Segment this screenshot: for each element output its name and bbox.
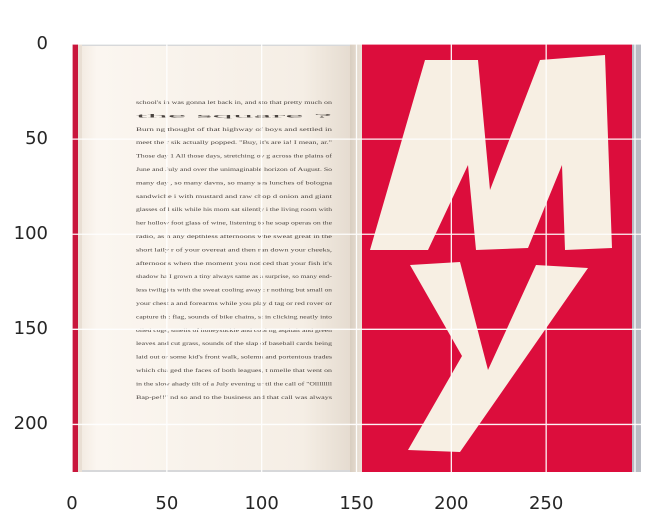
x-tick-label: 250 xyxy=(528,493,564,514)
left-page-text-line: glasses of l silk while his mom sat sile… xyxy=(136,206,333,213)
left-page-text-line: which cha ged the faces of both leagues,… xyxy=(136,367,333,374)
left-page-text-line: many day , so many davns, so many ses lu… xyxy=(136,179,333,186)
left-page-text-line: shadow ha I grown a tiny always same as … xyxy=(136,274,332,280)
left-page-text-line: school's in was gonna let back in, and s… xyxy=(136,100,333,106)
left-page-text-line: leaves and cut grass, sounds of the slap… xyxy=(136,340,333,347)
left-page-text-line: short laily r of your overeat and then r… xyxy=(136,246,332,253)
y-tick-label: 150 xyxy=(13,318,48,340)
left-page-text-line: your chest a and forearms while you play… xyxy=(136,300,332,307)
left-page-text-line: less twilig) ts with the sweat cooling a… xyxy=(136,287,333,294)
left-page-text-line: Bap-pe!!" nd so and to the business and … xyxy=(136,395,332,401)
left-page-text-line: afternoons when the moment you noticed t… xyxy=(136,260,332,267)
plot-figure: school's in was gonna let back in, and s… xyxy=(71,43,641,472)
cover-page xyxy=(362,44,641,472)
left-page-text-line: oiled cogs, smells of honeysuckle and co… xyxy=(136,327,333,334)
y-tick-label: 100 xyxy=(13,223,48,245)
left-page-text-line: in the slow ahady tilt of a July evening… xyxy=(136,380,333,387)
left-page-text-line: sandwiche i with mustard and raw chop d … xyxy=(136,194,333,200)
x-tick-label: 200 xyxy=(434,493,469,514)
x-tick-label: 100 xyxy=(244,493,279,514)
y-tick-label: 0 xyxy=(36,33,48,54)
left-page-text-line: meet the r sik actually popped. "Buy, it… xyxy=(136,140,332,146)
left-page-text-line: laid out or some kid's front walk, solem… xyxy=(136,354,332,361)
left-page-text-line: Those day 1 All those days, stretching o… xyxy=(136,153,332,160)
y-tick-label: 50 xyxy=(25,128,48,150)
left-page-text-line: June and July and over the unimaginable … xyxy=(136,166,333,173)
left-page-text-line: her hollow foot glass of wine, listening… xyxy=(136,220,333,227)
left-page-text-line: capture th : flag, sounds of bike chains… xyxy=(136,313,333,320)
y-tick-label: 200 xyxy=(13,413,48,435)
x-tick-label: 50 xyxy=(155,493,179,514)
left-page-text-line: Burn ng thought of that highway of boys … xyxy=(136,126,333,133)
left-page: school's in was gonna let back in, and s… xyxy=(72,44,364,472)
x-tick-label: 150 xyxy=(339,493,374,514)
x-tick-label: 0 xyxy=(66,493,78,514)
